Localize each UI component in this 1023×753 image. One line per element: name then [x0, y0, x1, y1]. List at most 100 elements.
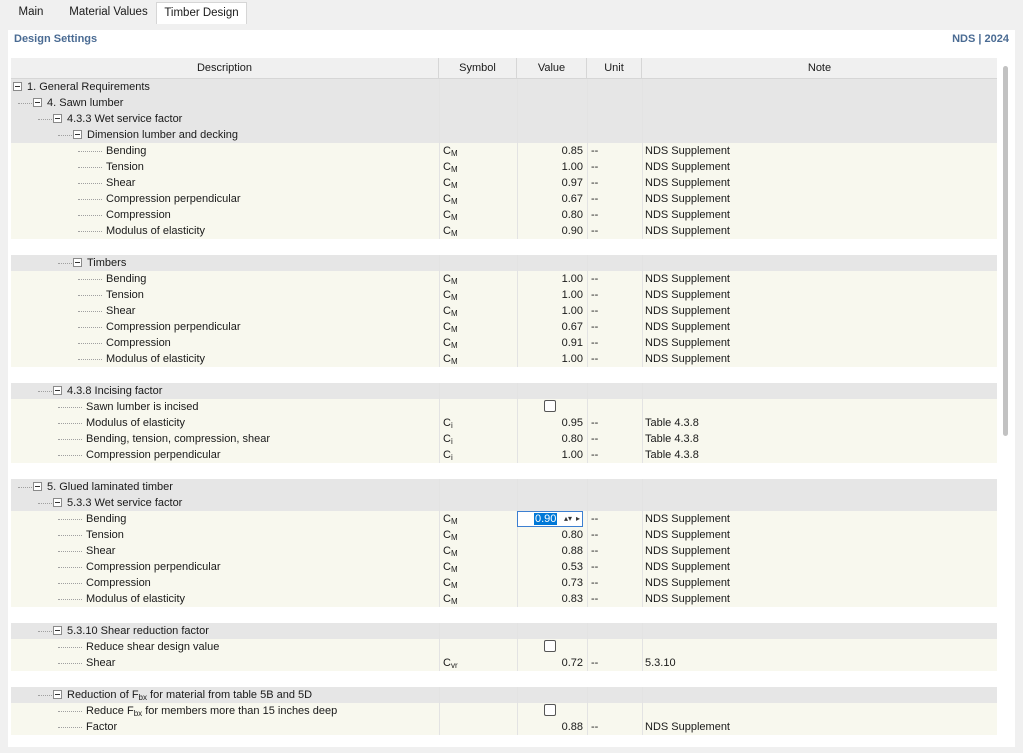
table-row[interactable]: Bending CM 1.00 -- NDS Supplement: [11, 271, 997, 287]
checkbox-cell[interactable]: [517, 703, 583, 719]
value-cell[interactable]: 1.00: [517, 303, 583, 319]
section-row[interactable]: 4.3.3 Wet service factor: [11, 111, 997, 127]
table-row[interactable]: Bending CM 0.85 -- NDS Supplement: [11, 143, 997, 159]
checkbox[interactable]: [544, 704, 556, 716]
value-cell[interactable]: 0.83: [517, 591, 583, 607]
value-cell[interactable]: 0.88: [517, 543, 583, 559]
table-row[interactable]: Modulus of elasticity Ci 0.95 -- Table 4.3.8: [11, 415, 997, 431]
tab-timber-design[interactable]: Timber Design: [156, 2, 247, 24]
section-row[interactable]: 4.3.8 Incising factor: [11, 383, 997, 399]
table-row[interactable]: Tension CM 0.80 -- NDS Supplement: [11, 527, 997, 543]
table-row[interactable]: Bending, tension, compression, shear Ci 0.…: [11, 431, 997, 447]
checkbox[interactable]: [544, 400, 556, 412]
table-row[interactable]: Compression CM 0.73 -- NDS Supplement: [11, 575, 997, 591]
unit-cell: --: [591, 577, 599, 589]
value-cell[interactable]: 0.90 ▴▾ ▸: [517, 511, 583, 527]
column-header-description[interactable]: Description: [11, 58, 439, 78]
section-label: 1. General Requirements: [27, 79, 150, 95]
checkbox-cell[interactable]: [517, 399, 583, 415]
value-cell[interactable]: 0.91: [517, 335, 583, 351]
symbol-subscript: M: [450, 533, 458, 542]
column-divider: [439, 447, 440, 463]
table-row[interactable]: Shear CM 0.88 -- NDS Supplement: [11, 543, 997, 559]
table-row[interactable]: Tension CM 1.00 -- NDS Supplement: [11, 287, 997, 303]
table-row[interactable]: Reduce Fbx for members more than 15 inch…: [11, 703, 997, 719]
value-cell[interactable]: 0.67: [517, 319, 583, 335]
description-cell: Compression perpendicular: [11, 319, 438, 335]
column-header-unit[interactable]: Unit: [587, 58, 642, 78]
unit-cell: --: [591, 145, 599, 157]
value-cell[interactable]: 1.00: [517, 287, 583, 303]
table-row[interactable]: Shear Cvr 0.72 -- 5.3.10: [11, 655, 997, 671]
label-text: Compression perpendicular: [106, 193, 241, 205]
section-row[interactable]: 5. Glued laminated timber: [11, 479, 997, 495]
column-header-symbol[interactable]: Symbol: [439, 58, 517, 78]
value-cell[interactable]: 0.95: [517, 415, 583, 431]
description-cell: Bending, tension, compression, shear: [11, 431, 438, 447]
column-divider: [642, 575, 643, 591]
table-row[interactable]: Compression perpendicular CM 0.53 -- NDS Sup…: [11, 559, 997, 575]
column-divider: [439, 623, 440, 639]
label-text: Reduce F: [86, 705, 134, 717]
symbol-cell: CM: [443, 191, 515, 207]
tab-material-values[interactable]: Material Values: [61, 2, 156, 23]
table-row[interactable]: Tension CM 1.00 -- NDS Supplement: [11, 159, 997, 175]
table-row[interactable]: Compression CM 0.80 -- NDS Supplement: [11, 207, 997, 223]
description-cell: Compression perpendicular: [11, 447, 438, 463]
table-row[interactable]: Modulus of elasticity CM 0.83 -- NDS Supplem…: [11, 591, 997, 607]
value-cell[interactable]: 0.88: [517, 719, 583, 735]
table-row[interactable]: Sawn lumber is incised: [11, 399, 997, 415]
table-row[interactable]: Compression CM 0.91 -- NDS Supplement: [11, 335, 997, 351]
value-input[interactable]: 0.90: [534, 513, 558, 525]
column-divider: [587, 543, 588, 559]
table-row[interactable]: Modulus of elasticity CM 0.90 -- NDS Supplem…: [11, 223, 997, 239]
spinner-icon[interactable]: ▴▾: [564, 513, 572, 525]
table-row[interactable]: Compression perpendicular CM 0.67 -- NDS Sup…: [11, 319, 997, 335]
value-cell[interactable]: 0.53: [517, 559, 583, 575]
column-divider: [587, 655, 588, 671]
section-row[interactable]: Timbers: [11, 255, 997, 271]
table-row[interactable]: Shear CM 0.97 -- NDS Supplement: [11, 175, 997, 191]
value-cell[interactable]: 1.00: [517, 159, 583, 175]
checkbox[interactable]: [544, 640, 556, 652]
checkbox-cell[interactable]: [517, 639, 583, 655]
table-row[interactable]: Shear CM 1.00 -- NDS Supplement: [11, 303, 997, 319]
section-row[interactable]: 1. General Requirements: [11, 79, 997, 95]
column-header-value[interactable]: Value: [517, 58, 587, 78]
table-row[interactable]: Reduce shear design value: [11, 639, 997, 655]
column-header-note[interactable]: Note: [642, 58, 997, 78]
tab-main[interactable]: Main: [5, 2, 57, 23]
value-cell[interactable]: 1.00: [517, 351, 583, 367]
value-cell[interactable]: 0.80: [517, 527, 583, 543]
value-cell[interactable]: 0.72: [517, 655, 583, 671]
value-cell[interactable]: 1.00: [517, 271, 583, 287]
parameter-label: Bending: [106, 271, 146, 287]
table-row[interactable]: Modulus of elasticity CM 1.00 -- NDS Supplem…: [11, 351, 997, 367]
column-divider: [642, 687, 643, 703]
section-row[interactable]: Reduction of Fbx for material from table…: [11, 687, 997, 703]
value-cell[interactable]: 0.97: [517, 175, 583, 191]
value-cell[interactable]: 1.00: [517, 447, 583, 463]
column-divider: [587, 271, 588, 287]
value-cell[interactable]: 0.73: [517, 575, 583, 591]
value-cell[interactable]: 0.80: [517, 207, 583, 223]
section-row[interactable]: 5.3.10 Shear reduction factor: [11, 623, 997, 639]
description-cell: Dimension lumber and decking: [11, 127, 438, 143]
value-editor[interactable]: 0.90 ▴▾ ▸: [517, 511, 583, 527]
table-row[interactable]: Compression perpendicular Ci 1.00 -- Table 4…: [11, 447, 997, 463]
table-row[interactable]: Compression perpendicular CM 0.67 -- NDS Sup…: [11, 191, 997, 207]
section-row[interactable]: 4. Sawn lumber: [11, 95, 997, 111]
section-row[interactable]: 5.3.3 Wet service factor: [11, 495, 997, 511]
value-cell[interactable]: 0.80: [517, 431, 583, 447]
symbol-cell: CM: [443, 591, 515, 607]
table-row[interactable]: Bending CM 0.90 ▴▾ ▸ -- NDS Supplement: [11, 511, 997, 527]
table-row[interactable]: Factor 0.88 -- NDS Supplement: [11, 719, 997, 735]
expand-arrow-icon[interactable]: ▸: [576, 513, 580, 525]
description-cell: Tension: [11, 287, 438, 303]
value-cell[interactable]: 0.90: [517, 223, 583, 239]
value-cell[interactable]: 0.67: [517, 191, 583, 207]
column-divider: [642, 351, 643, 367]
value-cell[interactable]: 0.85: [517, 143, 583, 159]
vertical-scrollbar[interactable]: [1003, 66, 1008, 436]
section-row[interactable]: Dimension lumber and decking: [11, 127, 997, 143]
